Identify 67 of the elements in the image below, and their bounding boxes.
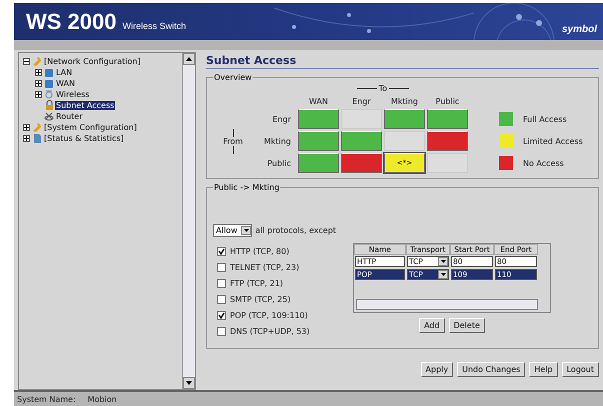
collapse-toggle[interactable]: [23, 58, 30, 65]
row-header: Mkting: [262, 136, 292, 146]
action-button[interactable]: Apply: [420, 362, 454, 377]
column-header: Mkting: [390, 96, 420, 106]
checkbox[interactable]: [217, 262, 226, 272]
protocol-label: SMTP (TCP, 25): [230, 294, 291, 304]
action-button[interactable]: Help: [529, 362, 558, 377]
group-title: Overview: [213, 73, 253, 82]
column-header: Engr: [351, 96, 372, 106]
doc-icon: [32, 133, 42, 144]
expand-toggle[interactable]: [35, 69, 42, 76]
expand-toggle[interactable]: [35, 80, 42, 87]
checkbox[interactable]: [217, 278, 226, 288]
action-button[interactable]: Undo Changes: [457, 362, 526, 377]
mode-dropdown[interactable]: Allow: [213, 224, 252, 237]
protocol-label: HTTP (TCP, 80): [230, 246, 290, 256]
page-title: Subnet Access: [206, 54, 599, 69]
legend-label: No Access: [523, 158, 564, 168]
caret-icon: [440, 260, 446, 263]
row-header: Public: [266, 158, 292, 168]
checkbox[interactable]: [217, 246, 226, 256]
protocol-label: FTP (TCP, 21): [230, 278, 284, 288]
status-label: System Name:: [17, 394, 76, 404]
caret-icon: [440, 273, 446, 276]
caret-icon: [244, 229, 249, 232]
product-subtitle: Wireless Switch: [122, 20, 186, 30]
group-title: Public -> Mkting: [213, 183, 280, 192]
checkbox[interactable]: [217, 310, 226, 320]
protocol-label: TELNET (TCP, 23): [230, 262, 300, 272]
tree-item[interactable]: [Status & Statistics]: [43, 134, 125, 143]
from-label: From: [223, 136, 243, 146]
tree-item[interactable]: LAN: [55, 68, 74, 77]
tree-item[interactable]: [Network Configuration]: [43, 57, 142, 66]
table-action-button[interactable]: Delete: [448, 318, 485, 333]
brand-logo: symbol: [562, 24, 597, 35]
legend-label: Limited Access: [523, 136, 583, 146]
action-button[interactable]: Logout: [562, 362, 599, 377]
tree-item[interactable]: Wireless: [55, 90, 90, 99]
scrollbar[interactable]: [182, 53, 195, 389]
tree-item[interactable]: WAN: [55, 79, 76, 88]
column-header: WAN: [308, 96, 329, 106]
checkbox[interactable]: [217, 294, 226, 304]
box-icon: [44, 67, 54, 78]
lock-icon: [44, 100, 54, 111]
checkbox[interactable]: [217, 326, 226, 336]
tree-item[interactable]: Router: [55, 112, 84, 121]
expand-toggle[interactable]: [23, 124, 30, 131]
row-header: Engr: [272, 114, 292, 124]
access-cell[interactable]: [427, 153, 468, 173]
column-header: Public: [434, 96, 460, 106]
status-value: Mobion: [88, 394, 117, 404]
horizontal-scrollbar[interactable]: [356, 299, 538, 310]
mode-description: all protocols, except: [255, 226, 336, 235]
table-action-button[interactable]: Add: [419, 318, 445, 333]
up-arrow-icon: [186, 57, 192, 61]
to-label: To: [378, 84, 388, 92]
box-icon: [44, 78, 54, 89]
protocol-label: DNS (TCP+UDP, 53): [230, 326, 310, 336]
legend-label: Full Access: [523, 114, 567, 124]
access-cell[interactable]: [384, 131, 425, 151]
product-title: WS 2000: [26, 8, 116, 34]
expand-toggle[interactable]: [23, 135, 30, 142]
expand-toggle[interactable]: [35, 91, 42, 98]
down-arrow-icon: [186, 381, 192, 385]
tree-item[interactable]: Subnet Access: [55, 101, 116, 110]
protocol-label: POP (TCP, 109:110): [230, 310, 308, 320]
tree-item[interactable]: [System Configuration]: [43, 123, 138, 132]
